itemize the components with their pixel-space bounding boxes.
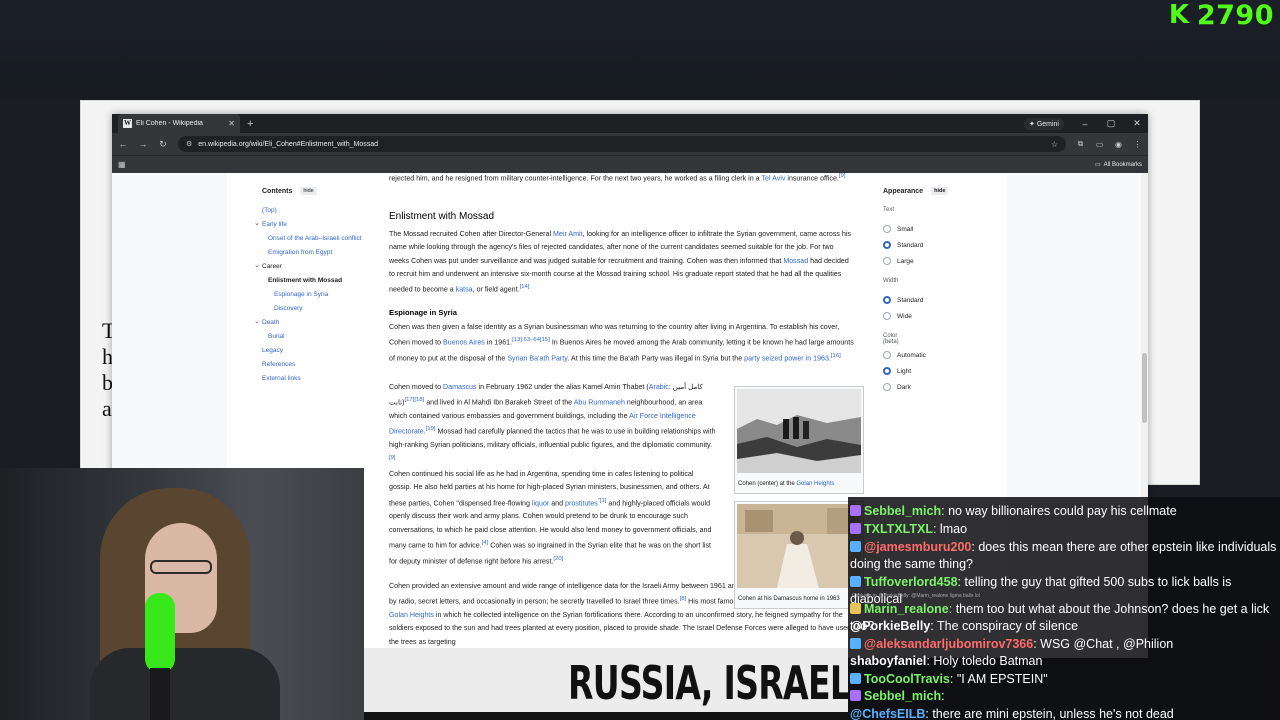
all-bookmarks-label: All Bookmarks [1103,161,1142,168]
tab-bar: W Eli Cohen - Wikipedia ✕ + ✦ Gemini – ▢… [112,114,1148,133]
sub-badge-icon [850,690,861,701]
desktop-background [0,0,1280,100]
glasses [150,560,212,574]
bookmark-star-icon[interactable]: ☆ [1051,140,1058,149]
chat-message: @PorkieBelly: The conspiracy of silence [850,619,1079,633]
cast-icon[interactable]: ▭ [1095,140,1104,149]
chat-message: @jamesmburu200: does this mean there are… [850,540,1277,571]
news-banner: RUSSIA, ISRAEL, [364,648,848,720]
sub-badge-icon [850,673,861,684]
kick-count: 2790 [1196,0,1274,31]
microphone [145,593,175,673]
sub-badge-icon [850,576,861,587]
all-bookmarks-button[interactable]: ▭ All Bookmarks [1094,161,1142,169]
back-icon[interactable]: ← [118,139,128,149]
apps-grid-icon[interactable]: ▦ [118,160,126,169]
chat-overlay: Sebbel_mich: no way billionaires could p… [848,497,1280,720]
chat-message: TooCoolTravis: "I AM EPSTEIN" [850,671,1278,688]
reload-icon[interactable]: ↻ [158,139,168,150]
tab-eli-cohen[interactable]: W Eli Cohen - Wikipedia ✕ [118,114,240,133]
browser-toolbar: ← → ↻ ⚙ en.wikipedia.org/wiki/Eli_Cohen#… [112,133,1148,155]
tab-title: Eli Cohen - Wikipedia [136,120,203,127]
kick-counter: K 2790 [1168,0,1274,31]
chat-message: Sebbel_mich: no way billionaires could p… [850,503,1278,520]
sub-badge-icon [850,505,861,516]
gemini-button[interactable]: ✦ Gemini [1024,117,1064,130]
webcam-feed [0,468,364,720]
chat-message: shaboyfaniel: Holy toledo Batman [850,654,1043,668]
address-bar[interactable]: ⚙ en.wikipedia.org/wiki/Eli_Cohen#Enlist… [178,136,1066,152]
site-info-icon[interactable]: ⚙ [186,140,192,148]
chat-message: @aleksandarljubomirov7366: WSG @Chat , @… [850,636,1278,653]
menu-icon[interactable]: ⋮ [1133,140,1142,149]
forward-icon[interactable]: → [138,139,148,149]
scrollbar-thumb[interactable] [1142,353,1147,423]
close-window-icon[interactable]: ✕ [1132,118,1142,129]
sub-badge-icon [850,523,861,534]
new-tab-icon[interactable]: + [247,118,253,130]
url-text: en.wikipedia.org/wiki/Eli_Cohen#Enlistme… [198,140,379,148]
chat-message: Sebbel_mich: [850,688,1278,705]
sub-badge-icon [850,603,861,614]
banner-headline: RUSSIA, ISRAEL, [568,656,848,710]
folder-icon: ▭ [1094,162,1101,168]
profile-icon[interactable]: ◉ [1114,140,1123,149]
gemini-label: Gemini [1036,120,1059,128]
chat-message: @ChefsEILB: there are mini epstein, unle… [850,707,1174,720]
extensions-icon[interactable]: ⧉ [1076,139,1085,149]
sub-badge-icon [850,638,861,649]
kick-logo-icon: K [1168,0,1189,30]
sub-badge-icon [850,541,861,552]
tab-close-icon[interactable]: ✕ [228,119,235,128]
wikipedia-favicon-icon: W [123,119,132,128]
minimize-icon[interactable]: – [1080,119,1090,129]
chat-reply-context: Replying to @PorkieBelly: @Marin_realone… [852,593,980,599]
bookmarks-bar: ▦ ▭ All Bookmarks [112,155,1148,173]
chat-message: TXLTXLTXL: lmao [850,521,1278,538]
maximize-icon[interactable]: ▢ [1106,118,1116,129]
